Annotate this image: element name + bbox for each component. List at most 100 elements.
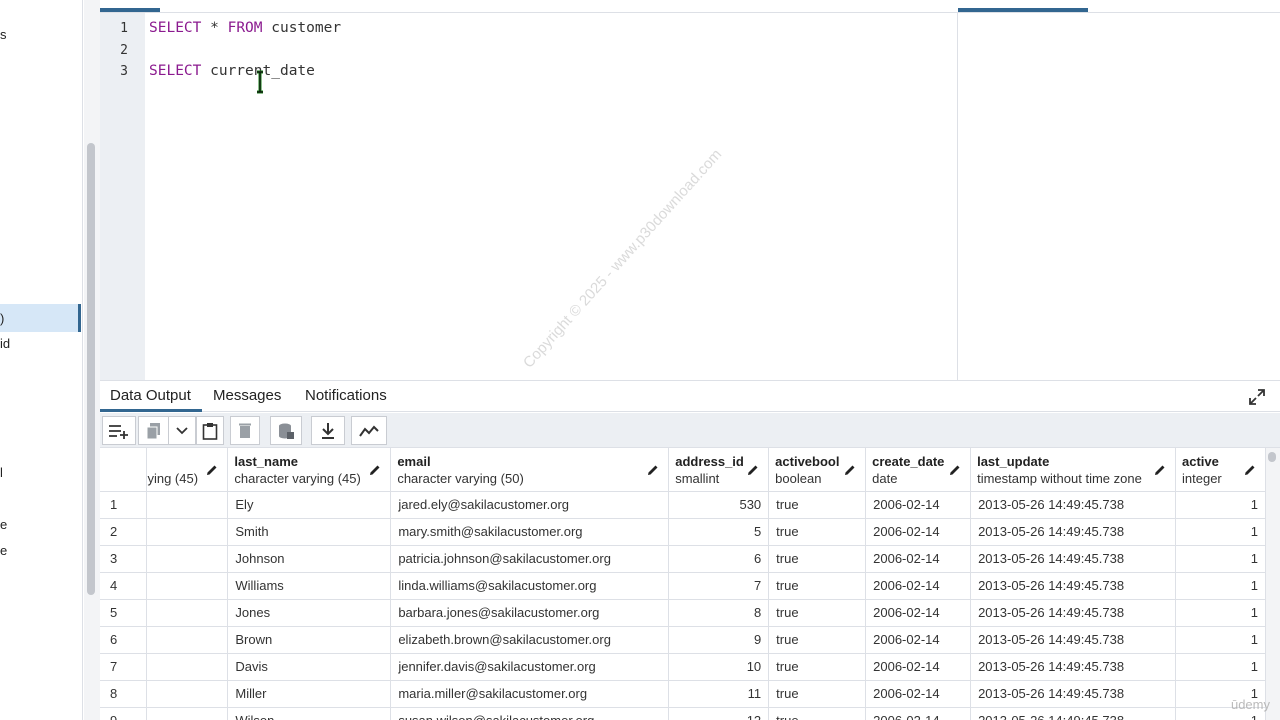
- tree-item-selected[interactable]: [0, 304, 81, 332]
- table-cell[interactable]: 2006-02-14: [865, 680, 972, 708]
- tree-item-fragment[interactable]: id: [0, 336, 10, 351]
- table-cell[interactable]: 2013-05-26 14:49:45.738: [970, 680, 1177, 708]
- column-header[interactable]: ying (45): [146, 448, 229, 492]
- table-cell[interactable]: 2006-02-14: [865, 572, 972, 600]
- table-cell[interactable]: 1: [1175, 518, 1266, 546]
- edit-pencil-icon[interactable]: [368, 463, 382, 477]
- table-cell[interactable]: 2013-05-26 14:49:45.738: [970, 491, 1177, 519]
- column-header[interactable]: create_date date: [865, 448, 972, 492]
- table-cell[interactable]: mary.smith@sakilacustomer.org: [390, 518, 670, 546]
- table-cell[interactable]: 1: [1175, 653, 1266, 681]
- table-cell[interactable]: [146, 518, 229, 546]
- table-cell[interactable]: 2006-02-14: [865, 518, 972, 546]
- row-number-cell[interactable]: 2: [100, 518, 148, 546]
- table-row[interactable]: 2 Smith mary.smith@sakilacustomer.org 5 true…: [100, 518, 1266, 546]
- column-header[interactable]: last_update timestamp without time zone: [970, 448, 1177, 492]
- table-cell[interactable]: Jones: [227, 599, 392, 627]
- row-number-cell[interactable]: 4: [100, 572, 148, 600]
- column-header[interactable]: active integer: [1175, 448, 1266, 492]
- table-cell[interactable]: elizabeth.brown@sakilacustomer.org: [390, 626, 670, 654]
- tree-item-fragment[interactable]: e: [0, 517, 7, 532]
- sql-editor[interactable]: 1 2 3 SELECT * FROM customer SELECT curr…: [100, 13, 957, 380]
- row-number-cell[interactable]: 8: [100, 680, 148, 708]
- table-cell[interactable]: [146, 545, 229, 573]
- tree-item-fragment[interactable]: s: [0, 27, 7, 42]
- table-cell[interactable]: Williams: [227, 572, 392, 600]
- code-line-1[interactable]: SELECT * FROM customer: [149, 20, 341, 36]
- table-cell[interactable]: true: [768, 491, 867, 519]
- edit-pencil-icon[interactable]: [948, 463, 962, 477]
- table-cell[interactable]: true: [768, 707, 867, 720]
- tab-messages[interactable]: Messages: [213, 387, 281, 404]
- sidebar-scrollbar-thumb[interactable]: [87, 143, 95, 595]
- table-cell[interactable]: 1: [1175, 626, 1266, 654]
- table-cell[interactable]: true: [768, 599, 867, 627]
- download-button[interactable]: [311, 416, 345, 445]
- table-cell[interactable]: 5: [668, 518, 770, 546]
- table-row[interactable]: 6 Brown elizabeth.brown@sakilacustomer.org…: [100, 626, 1266, 654]
- grid-scrollbar-thumb[interactable]: [1268, 452, 1276, 462]
- table-cell[interactable]: true: [768, 680, 867, 708]
- table-cell[interactable]: Brown: [227, 626, 392, 654]
- table-row[interactable]: 3 Johnson patricia.johnson@sakilacustomer.…: [100, 545, 1266, 573]
- save-data-button[interactable]: [270, 416, 302, 445]
- table-cell[interactable]: 2013-05-26 14:49:45.738: [970, 707, 1177, 720]
- table-cell[interactable]: Johnson: [227, 545, 392, 573]
- row-number-cell[interactable]: 3: [100, 545, 148, 573]
- table-cell[interactable]: true: [768, 626, 867, 654]
- table-cell[interactable]: Miller: [227, 680, 392, 708]
- table-cell[interactable]: 12: [668, 707, 770, 720]
- table-cell[interactable]: jennifer.davis@sakilacustomer.org: [390, 653, 670, 681]
- expand-icon[interactable]: [1248, 388, 1266, 406]
- table-cell[interactable]: 2006-02-14: [865, 491, 972, 519]
- table-cell[interactable]: 1: [1175, 545, 1266, 573]
- table-cell[interactable]: 9: [668, 626, 770, 654]
- row-number-cell[interactable]: 7: [100, 653, 148, 681]
- table-row[interactable]: 7 Davis jennifer.davis@sakilacustomer.org 1…: [100, 653, 1266, 681]
- tab-data-output[interactable]: Data Output: [110, 387, 191, 404]
- edit-pencil-icon[interactable]: [746, 463, 760, 477]
- table-cell[interactable]: linda.williams@sakilacustomer.org: [390, 572, 670, 600]
- table-cell[interactable]: 1: [1175, 491, 1266, 519]
- table-cell[interactable]: barbara.jones@sakilacustomer.org: [390, 599, 670, 627]
- table-cell[interactable]: true: [768, 653, 867, 681]
- delete-button[interactable]: [230, 416, 260, 445]
- tab-query-indicator[interactable]: [100, 8, 160, 12]
- table-cell[interactable]: true: [768, 518, 867, 546]
- table-cell[interactable]: 2006-02-14: [865, 707, 972, 720]
- table-cell[interactable]: [146, 599, 229, 627]
- table-cell[interactable]: 2006-02-14: [865, 545, 972, 573]
- table-cell[interactable]: [146, 491, 229, 519]
- table-row[interactable]: 9 Wilsonsusan.wilson@sakilacustomer.org12…: [100, 707, 1266, 720]
- column-header[interactable]: email character varying (50): [390, 448, 670, 492]
- table-cell[interactable]: 2006-02-14: [865, 626, 972, 654]
- column-header[interactable]: activebool boolean: [768, 448, 867, 492]
- table-cell[interactable]: 530: [668, 491, 770, 519]
- table-cell[interactable]: 2013-05-26 14:49:45.738: [970, 572, 1177, 600]
- table-cell[interactable]: 1: [1175, 599, 1266, 627]
- edit-pencil-icon[interactable]: [1153, 463, 1167, 477]
- table-cell[interactable]: 10: [668, 653, 770, 681]
- table-cell[interactable]: Smith: [227, 518, 392, 546]
- table-cell[interactable]: [146, 626, 229, 654]
- table-cell[interactable]: [146, 707, 229, 720]
- grid-scrollbar-track[interactable]: [1266, 448, 1280, 720]
- table-cell[interactable]: jared.ely@sakilacustomer.org: [390, 491, 670, 519]
- table-cell[interactable]: Wilson: [227, 707, 392, 720]
- table-cell[interactable]: Ely: [227, 491, 392, 519]
- row-number-cell[interactable]: 1: [100, 491, 148, 519]
- table-cell[interactable]: 2006-02-14: [865, 653, 972, 681]
- table-cell[interactable]: 2013-05-26 14:49:45.738: [970, 599, 1177, 627]
- paste-button[interactable]: [196, 416, 224, 445]
- table-cell[interactable]: 2013-05-26 14:49:45.738: [970, 545, 1177, 573]
- edit-pencil-icon[interactable]: [843, 463, 857, 477]
- add-row-button[interactable]: [102, 416, 136, 445]
- table-cell[interactable]: maria.miller@sakilacustomer.org: [390, 680, 670, 708]
- table-cell[interactable]: 2013-05-26 14:49:45.738: [970, 653, 1177, 681]
- table-cell[interactable]: 8: [668, 599, 770, 627]
- table-cell[interactable]: 6: [668, 545, 770, 573]
- table-cell[interactable]: 7: [668, 572, 770, 600]
- table-cell[interactable]: patricia.johnson@sakilacustomer.org: [390, 545, 670, 573]
- table-row[interactable]: 5 Jones barbara.jones@sakilacustomer.org 8 t…: [100, 599, 1266, 627]
- row-number-cell[interactable]: 9: [100, 707, 148, 720]
